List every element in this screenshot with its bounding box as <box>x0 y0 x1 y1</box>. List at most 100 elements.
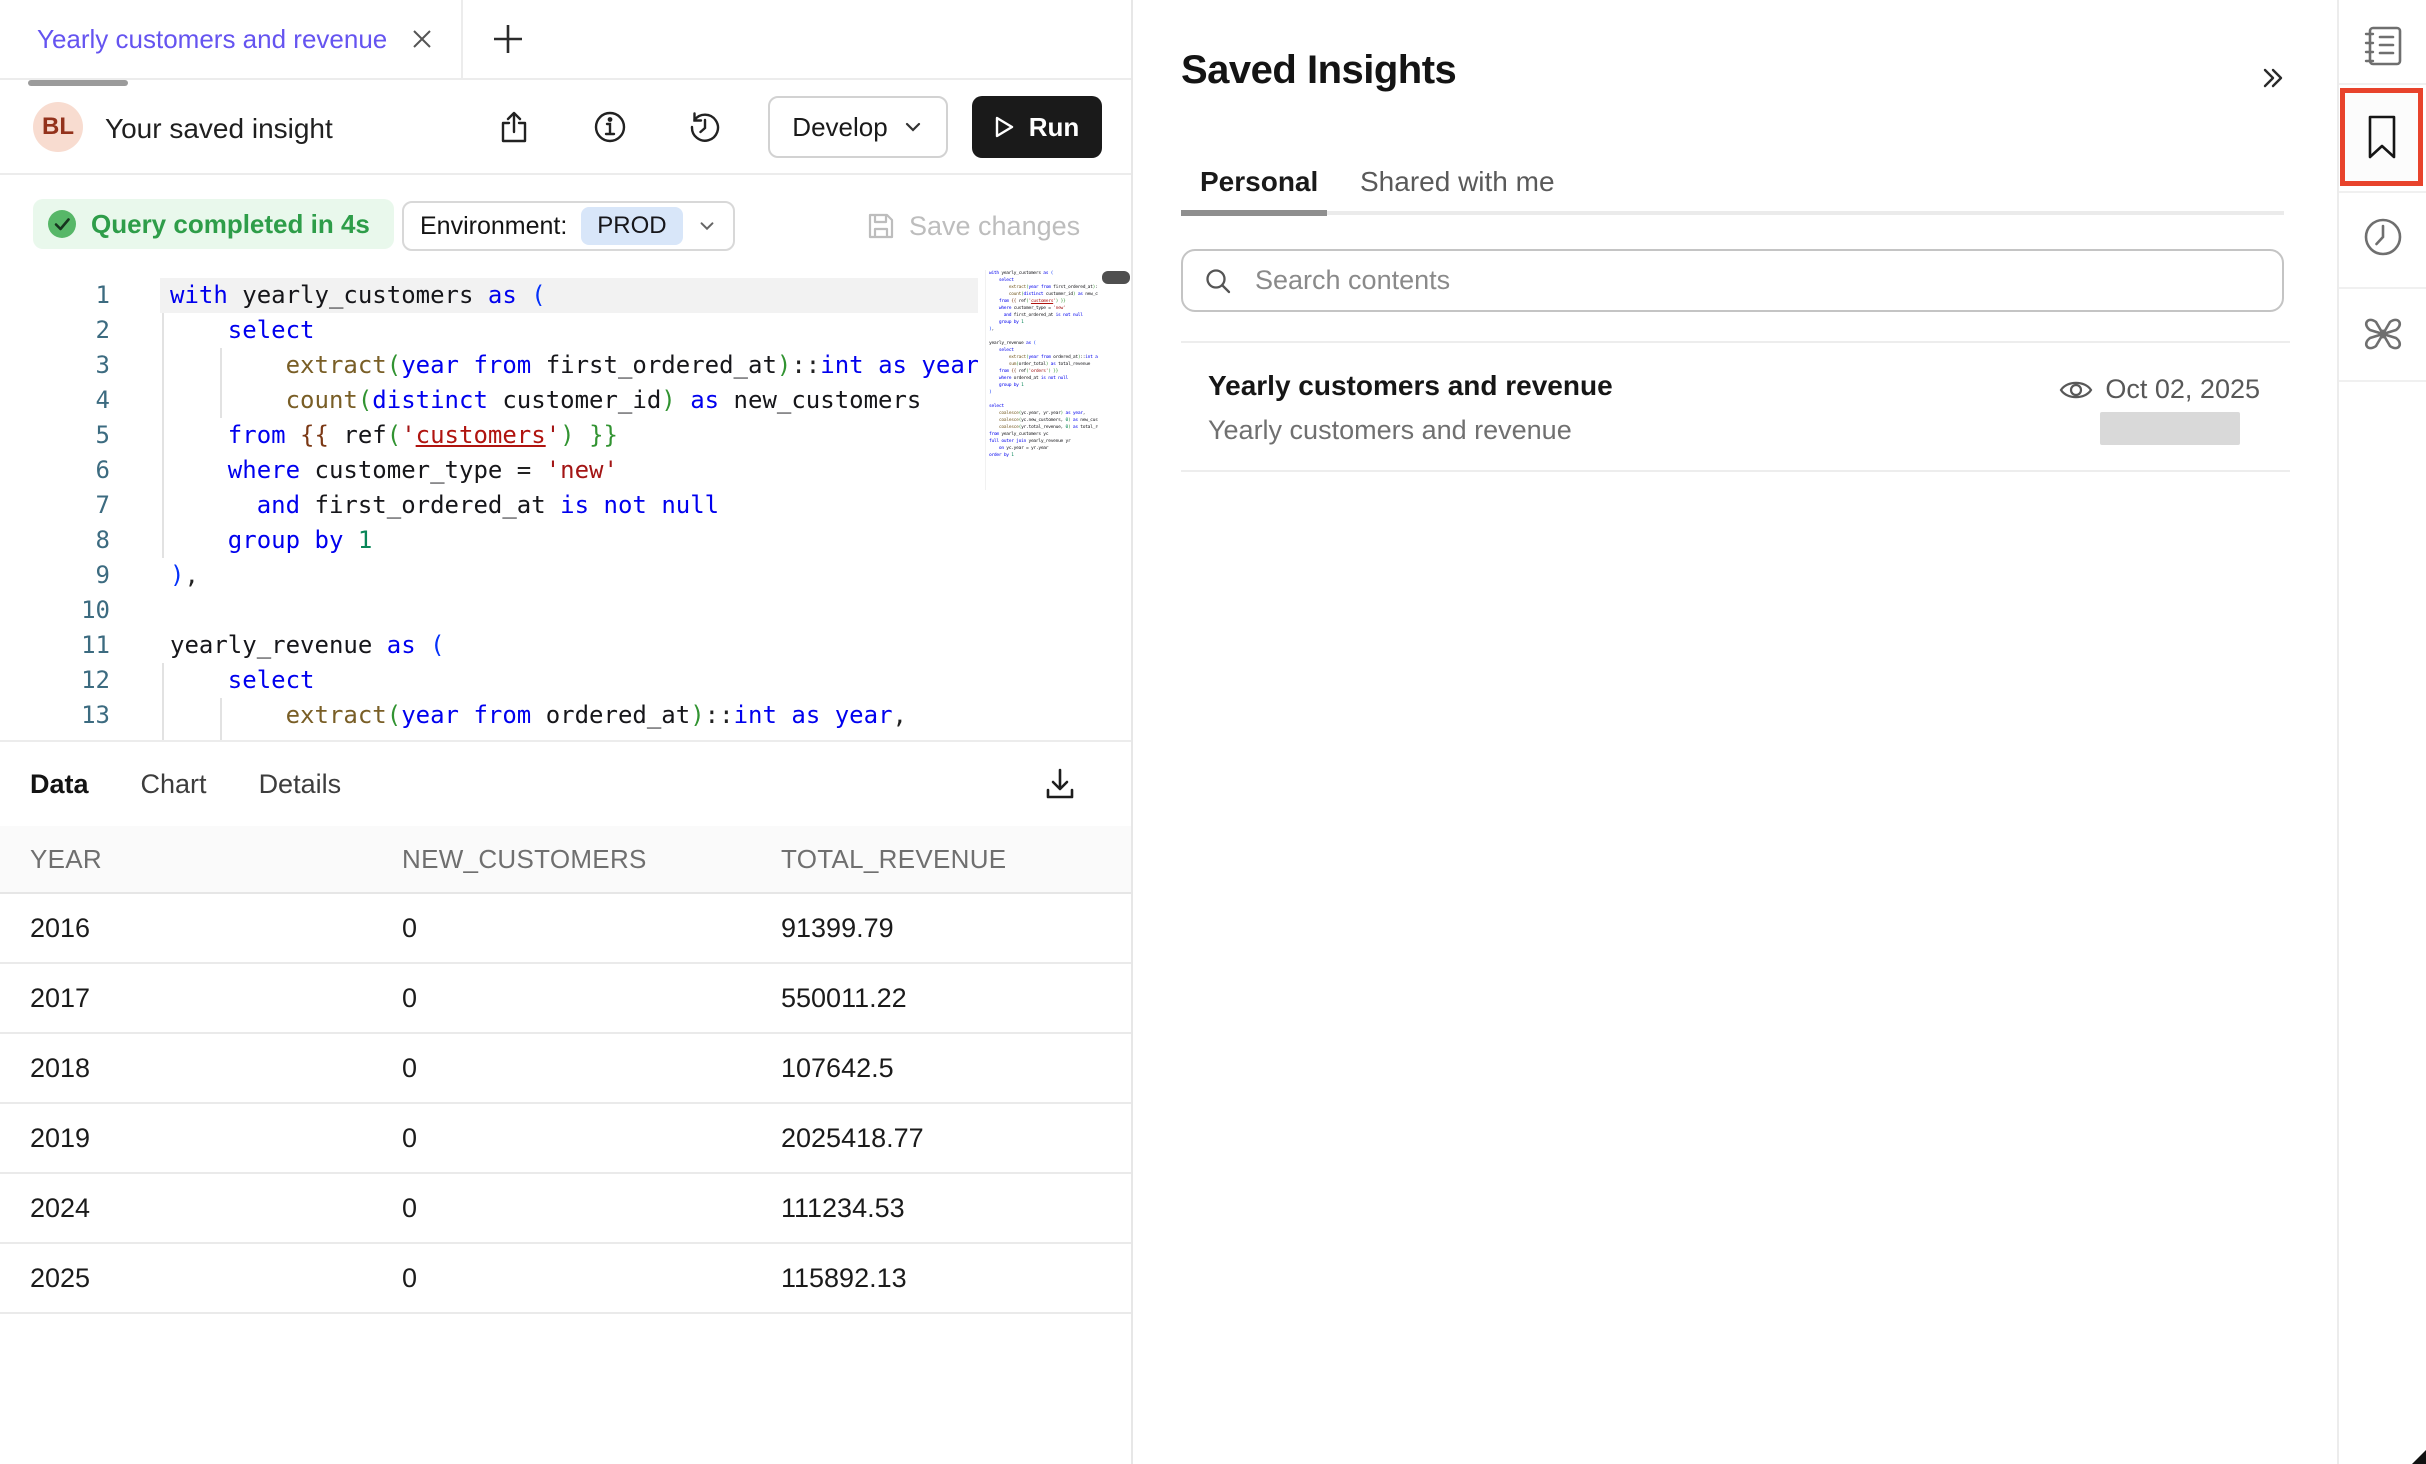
play-icon <box>995 116 1015 138</box>
tab-data[interactable]: Data <box>30 769 89 800</box>
active-tab-indicator <box>28 80 128 86</box>
info-icon[interactable] <box>593 110 627 144</box>
tab-bar: Yearly customers and revenue <box>0 0 1131 80</box>
query-status-text: Query completed in 4s <box>91 209 370 240</box>
editor-minimap[interactable]: with yearly_customers as ( select extrac… <box>985 270 1098 490</box>
environment-select[interactable]: Environment: PROD <box>402 201 735 251</box>
table-cell: 107642.5 <box>781 1053 1131 1084</box>
line-number: 7 <box>0 488 110 523</box>
table-row: 20250115892.13 <box>0 1244 1131 1314</box>
search-box[interactable] <box>1181 249 2284 312</box>
table-cell: 0 <box>402 913 781 944</box>
table-cell: 0 <box>402 1193 781 1224</box>
line-number: 2 <box>0 313 110 348</box>
history-icon[interactable] <box>688 110 722 144</box>
table-cell: 2018 <box>30 1053 402 1084</box>
download-icon[interactable] <box>1042 766 1078 802</box>
minimap-line: count(distinct customer_id) as new_custo… <box>989 291 1098 298</box>
divider <box>2339 83 2426 85</box>
divider <box>2339 191 2426 193</box>
code-line-10 <box>170 593 978 628</box>
code-line-11: yearly_revenue as ( <box>170 628 978 663</box>
table-cell: 2025 <box>30 1263 402 1294</box>
insight-item-subtitle: Yearly customers and revenue <box>1208 415 1572 446</box>
minimap-line: where ordered_at is not null <box>989 375 1098 382</box>
tab-chart[interactable]: Chart <box>141 769 207 800</box>
line-number: 6 <box>0 453 110 488</box>
minimap-line: ) <box>989 389 1098 396</box>
tab-details[interactable]: Details <box>259 769 342 800</box>
save-changes-label: Save changes <box>909 211 1080 242</box>
environment-value-badge: PROD <box>581 207 682 245</box>
minimap-line: order by 1 <box>989 452 1098 459</box>
table-cell: 550011.22 <box>781 983 1131 1014</box>
code-line-5: from {{ ref('customers') }} <box>170 418 978 453</box>
app-window: Yearly customers and revenue BL Your sav… <box>0 0 2426 1464</box>
corner-cursor-mark <box>2412 1450 2426 1464</box>
bookmark-icon[interactable] <box>2362 113 2402 161</box>
close-icon[interactable] <box>409 26 435 52</box>
line-number: 1 <box>0 278 110 313</box>
collapse-panel-icon[interactable] <box>2253 60 2289 96</box>
minimap-line: coalesce(yr.total_revenue, 0) as total_r… <box>989 424 1098 431</box>
table-row: 2016091399.79 <box>0 894 1131 964</box>
tab-personal[interactable]: Personal <box>1200 166 1318 198</box>
save-changes-button[interactable]: Save changes <box>866 201 1080 251</box>
share-icon[interactable] <box>497 110 531 144</box>
indent-guide <box>162 663 164 740</box>
right-icon-rail <box>2337 0 2426 1464</box>
minimap-line: sum(order_total) as total_revenue <box>989 361 1098 368</box>
minimap-line: group by 1 <box>989 319 1098 326</box>
new-tab-plus-icon[interactable] <box>491 22 525 56</box>
chevron-down-icon <box>902 116 924 138</box>
insight-item-meta: Oct 02, 2025 <box>2055 374 2260 405</box>
editor-scrollbar-thumb[interactable] <box>1102 271 1130 284</box>
minimap-line <box>989 333 1098 340</box>
table-cell: 91399.79 <box>781 913 1131 944</box>
panel-title: Saved Insights <box>1181 48 1456 93</box>
table-cell: 2025418.77 <box>781 1123 1131 1154</box>
active-tab-underline <box>1181 210 1327 216</box>
results-tab-bar: Data Chart Details <box>0 740 1131 826</box>
code-line-6: where customer_type = 'new' <box>170 453 978 488</box>
minimap-line: coalesce(yc.new_customers, 0) as new_cus… <box>989 417 1098 424</box>
develop-button[interactable]: Develop <box>768 96 948 158</box>
eye-icon <box>2059 377 2093 403</box>
semantic-knot-icon[interactable] <box>2339 312 2426 356</box>
tab-yearly-customers-and-revenue[interactable]: Yearly customers and revenue <box>0 0 463 78</box>
minimap-line: extract(year from ordered_at)::int as ye… <box>989 354 1098 361</box>
line-number: 8 <box>0 523 110 558</box>
table-header-row: YEARNEW_CUSTOMERSTOTAL_REVENUE <box>0 826 1131 894</box>
search-input[interactable] <box>1255 265 2155 296</box>
code-line-1: with yearly_customers as ( <box>170 278 978 313</box>
search-icon <box>1203 266 1233 296</box>
code-line-4: count(distinct customer_id) as new_custo… <box>170 383 978 418</box>
check-circle-icon <box>47 209 77 239</box>
insight-item-date: Oct 02, 2025 <box>2105 374 2260 405</box>
develop-label: Develop <box>792 112 887 143</box>
chevron-down-icon <box>697 216 717 236</box>
line-number: 11 <box>0 628 110 663</box>
line-number: 10 <box>0 593 110 628</box>
table-cell: 2024 <box>30 1193 402 1224</box>
clock-icon[interactable] <box>2339 216 2426 258</box>
sql-editor[interactable]: 12345678910111213 with yearly_customers … <box>0 263 1131 740</box>
tab-shared-with-me[interactable]: Shared with me <box>1360 166 1555 198</box>
notebook-icon[interactable] <box>2339 24 2426 68</box>
bookmark-highlight-box <box>2340 88 2423 186</box>
minimap-line: with yearly_customers as ( <box>989 270 1098 277</box>
minimap-line: group by 1 <box>989 382 1098 389</box>
divider <box>2339 380 2426 382</box>
code-line-13: extract(year from ordered_at)::int as ye… <box>170 698 978 733</box>
minimap-line: select <box>989 403 1098 410</box>
status-row: Query completed in 4s Environment: PROD … <box>0 175 1131 263</box>
table-cell: 0 <box>402 1263 781 1294</box>
saved-insights-panel: Saved Insights Personal Shared with me Ye… <box>1135 0 2337 1464</box>
line-number: 13 <box>0 698 110 733</box>
indent-guide <box>220 348 222 418</box>
line-number: 9 <box>0 558 110 593</box>
run-button[interactable]: Run <box>972 96 1102 158</box>
table-cell: 111234.53 <box>781 1193 1131 1224</box>
insight-title: Your saved insight <box>105 113 333 145</box>
line-number: 4 <box>0 383 110 418</box>
